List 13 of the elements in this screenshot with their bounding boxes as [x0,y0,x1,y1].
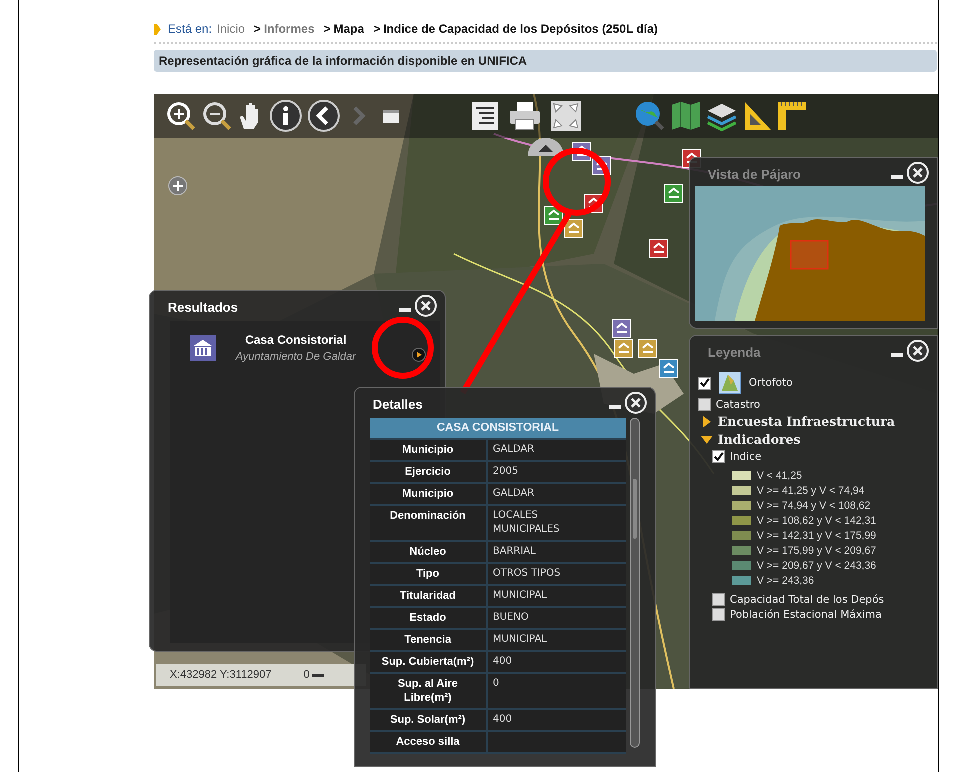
breadcrumb-separator: > [254,22,262,36]
breadcrumb-separator: > [324,22,331,36]
table-cell: Acceso silla [370,732,486,752]
bullet-icon [154,24,161,34]
breadcrumb-link[interactable]: Mapa [334,22,364,36]
breadcrumb-prefix: Está en: [168,22,212,36]
breadcrumb-separator: > [373,22,380,36]
breadcrumb-link[interactable]: Indice de Capacidad de los Depósitos (250L día) [383,22,658,36]
table-cell: Sup. Solar(m²) [370,710,486,730]
breadcrumb-link[interactable]: Inicio [217,22,246,36]
breadcrumb-link[interactable]: Informes [264,22,315,36]
section-banner: Representación gráfica de la información disponible en UNIFICA [154,50,937,72]
table-cell: 400 [488,710,626,730]
